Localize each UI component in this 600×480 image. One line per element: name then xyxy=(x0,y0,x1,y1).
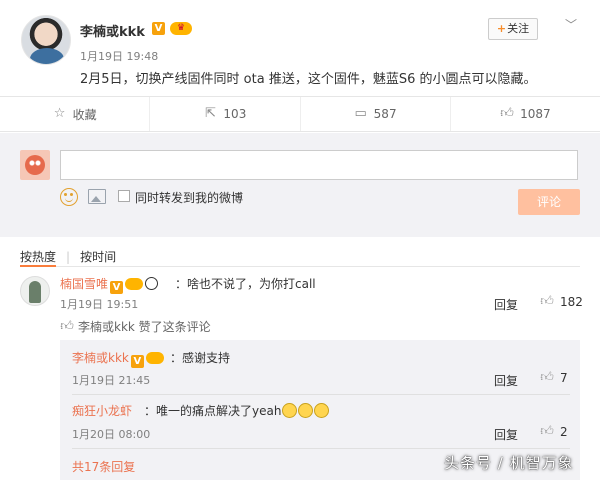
reply-button[interactable]: 回复 xyxy=(494,296,518,313)
reply-text: ：感谢支持 xyxy=(170,351,231,365)
like-button[interactable]: 👍︎ 1087 xyxy=(451,97,600,131)
chevron-down-icon[interactable]: ﹀ xyxy=(565,16,577,33)
sort-by-hot[interactable]: 按热度 xyxy=(20,248,56,265)
like-icon: 👍︎ xyxy=(500,106,514,121)
submit-comment-button[interactable]: 评论 xyxy=(518,189,580,215)
repost-icon: ⇱ xyxy=(204,106,216,121)
follow-label: 关注 xyxy=(507,22,530,35)
panda-badge-icon xyxy=(145,277,159,290)
verified-badge-icon: V xyxy=(152,22,165,35)
like-icon: 👍︎ xyxy=(60,318,74,334)
emoji-icon[interactable] xyxy=(60,188,78,206)
comment-count: 587 xyxy=(373,107,397,121)
reply-like-button[interactable]: 👍︎ 7 xyxy=(540,370,568,386)
member-crown-icon: ♛ xyxy=(170,22,192,35)
like-icon: 👍︎ xyxy=(540,424,554,439)
comment-input[interactable] xyxy=(60,150,578,180)
like-icon: 👍︎ xyxy=(540,294,554,309)
reply-author: 痴狂小龙虾 xyxy=(72,402,132,419)
sort-divider xyxy=(20,266,580,267)
favorite-button[interactable]: ☆ 收藏 xyxy=(0,97,151,131)
comment-button[interactable]: ▭ 587 xyxy=(301,97,451,131)
author-liked-text: 李楠或kkk 赞了这条评论 xyxy=(78,320,211,334)
comment-like-count: 182 xyxy=(560,295,583,309)
star-icon: ☆ xyxy=(53,106,66,121)
more-replies-link[interactable]: 共17条回复 xyxy=(72,458,135,475)
repost-checkbox[interactable] xyxy=(118,190,130,202)
repost-checkbox-label[interactable]: 同时转发到我的微博 xyxy=(135,189,243,206)
my-avatar[interactable] xyxy=(20,150,50,180)
comment-text: ：啥也不说了，为你打call xyxy=(175,277,316,291)
emoji-icon xyxy=(282,403,298,418)
member-crown-icon xyxy=(145,352,164,364)
emoji-icon xyxy=(314,403,330,418)
reply-author: 李楠或kkk V xyxy=(72,349,164,368)
reply-divider xyxy=(72,394,570,395)
comment-like-button[interactable]: 👍︎ 182 xyxy=(540,294,583,310)
reply-text-content: ：唯一的痛点解决了yeah xyxy=(144,404,282,418)
image-icon[interactable] xyxy=(88,189,106,204)
reply-author-name[interactable]: 李楠或kkk xyxy=(72,351,129,365)
comment-author-name[interactable]: 楠国雪唯 xyxy=(60,277,108,291)
sort-bar: 按热度 | 按时间 xyxy=(20,248,116,265)
reply-button[interactable]: 回复 xyxy=(494,372,518,389)
sort-by-time[interactable]: 按时间 xyxy=(80,248,116,265)
reply-like-button[interactable]: 👍︎ 2 xyxy=(540,424,568,440)
comment-author: 楠国雪唯 V xyxy=(60,275,159,294)
sort-active-indicator xyxy=(20,265,56,267)
repost-button[interactable]: ⇱ 103 xyxy=(150,97,301,131)
weibo-post-page: 李楠或kkk V ♛ 1月19日 19:48 2月5日，切换产线固件同时 ota… xyxy=(0,0,600,480)
post-text: 2月5日，切换产线固件同时 ota 推送，这个固件，魅蓝S6 的小圆点可以隐藏。 xyxy=(80,72,537,87)
like-count: 1087 xyxy=(520,107,551,121)
watermark: 头条号 / 机智万象 xyxy=(444,454,574,472)
plus-icon: + xyxy=(496,22,507,35)
reply-time: 1月20日 08:00 xyxy=(72,428,151,441)
reply-like-count: 2 xyxy=(560,425,568,439)
reply-like-count: 7 xyxy=(560,371,568,385)
reply-text: ：唯一的痛点解决了yeah xyxy=(144,402,330,419)
post-time[interactable]: 1月19日 19:48 xyxy=(80,48,158,64)
emoji-icon xyxy=(298,403,314,418)
author-liked-note: 👍︎ 李楠或kkk 赞了这条评论 xyxy=(60,318,211,335)
reply-author-name[interactable]: 痴狂小龙虾 xyxy=(72,404,132,418)
reply-divider xyxy=(72,448,570,449)
author-name[interactable]: 李楠或kkk xyxy=(80,21,145,40)
follow-button[interactable]: +关注 xyxy=(488,18,538,40)
favorite-label: 收藏 xyxy=(72,107,97,122)
comment-time: 1月19日 19:51 xyxy=(60,298,139,311)
action-bar: ☆ 收藏 ⇱ 103 ▭ 587 👍︎ 1087 xyxy=(0,96,600,132)
repost-count: 103 xyxy=(223,107,247,121)
member-crown-icon xyxy=(125,278,144,290)
comment-compose: 同时转发到我的微博 评论 xyxy=(0,133,600,237)
reply-button[interactable]: 回复 xyxy=(494,426,518,443)
like-icon: 👍︎ xyxy=(540,370,554,385)
commenter-avatar[interactable] xyxy=(20,276,50,306)
verified-badge-icon: V xyxy=(110,281,124,294)
verified-badge-icon: V xyxy=(130,355,144,368)
author-avatar[interactable] xyxy=(21,15,71,65)
reply-time: 1月19日 21:45 xyxy=(72,374,151,387)
sort-separator: | xyxy=(66,249,71,264)
comment-icon: ▭ xyxy=(354,106,367,121)
